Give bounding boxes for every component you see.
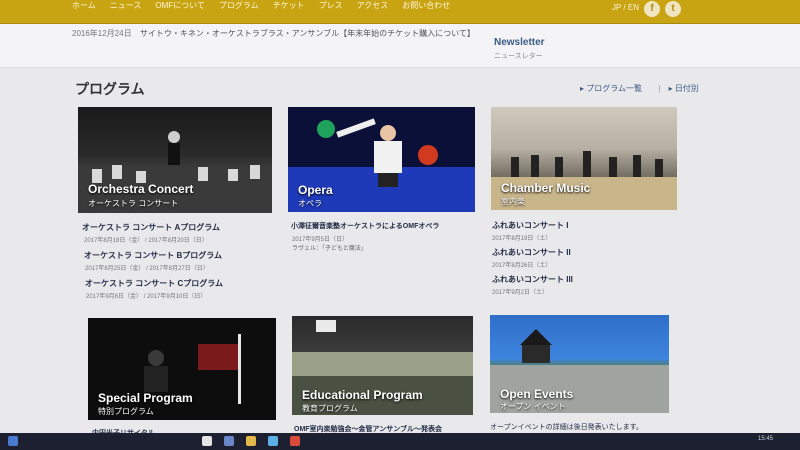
newsletter-link[interactable]: Newsletter (494, 37, 545, 48)
clock[interactable]: 15:45 (758, 436, 773, 442)
twitter-icon[interactable]: t (665, 1, 681, 17)
chamber-item-3-date: 2017年9月2日（土） (492, 290, 549, 296)
browser-icon[interactable] (290, 436, 300, 446)
divider: | (658, 84, 661, 93)
events-item: オープンイベントの詳細は後日発表いたします。 (490, 424, 643, 431)
educational-program-card[interactable]: Educational Program 教育プログラム (292, 316, 473, 415)
nav-news[interactable]: ニュース (110, 0, 142, 12)
opera-card[interactable]: Opera オペラ (288, 107, 475, 212)
orchestra-title-ja: オーケストラ コンサート (88, 199, 179, 208)
newsletter-subtitle: ニュースレター (494, 53, 543, 60)
facebook-icon[interactable]: f (644, 1, 660, 17)
by-date-label: 日付別 (674, 84, 699, 93)
nav-home[interactable]: ホーム (72, 0, 96, 12)
os-taskbar: 15:45 (0, 433, 800, 450)
opera-item-note: ラヴェル：「子どもと魔法」 (292, 246, 367, 252)
orchestra-concert-card[interactable]: Orchestra Concert オーケストラ コンサート (78, 107, 272, 213)
news-date: 2016年12月24日 (72, 29, 132, 38)
opera-title-en: Opera (298, 183, 333, 197)
nav-press[interactable]: プレス (319, 0, 343, 12)
chamber-music-card[interactable]: Chamber Music 室内楽 (491, 107, 677, 210)
educational-title-ja: 教育プログラム (302, 404, 358, 413)
orchestra-item-a-date: 2017年8月18日（金） / 2017年8月20日（日） (84, 238, 208, 244)
folder-icon[interactable] (246, 436, 256, 446)
chamber-item-2-date: 2017年8月26日（土） (492, 263, 552, 269)
by-date-link[interactable]: ▸ 日付別 (669, 84, 703, 93)
main-nav: ホーム ニュース OMFについて プログラム チケット プレス アクセス お問い… (72, 0, 450, 12)
page-title: プログラム (75, 81, 145, 97)
nav-contact[interactable]: お問い合わせ (402, 0, 450, 12)
orchestra-item-b[interactable]: オーケストラ コンサート Bプログラム (84, 250, 222, 261)
news-strip: 2016年12月24日 サイトウ・キネン・オーケストラブラス・アンサンブル【年末… (0, 24, 800, 68)
start-icon[interactable] (8, 436, 18, 446)
opera-item-date: 2017年9月5日（日） (292, 237, 349, 243)
chamber-title-en: Chamber Music (501, 181, 591, 195)
edge-icon[interactable] (224, 436, 234, 446)
search-icon[interactable] (202, 436, 212, 446)
chamber-item-3[interactable]: ふれあいコンサート III (492, 274, 573, 285)
orchestra-item-c[interactable]: オーケストラ コンサート Cプログラム (85, 278, 223, 289)
orchestra-item-c-date: 2017年9月8日（金） / 2017年9月10日（日） (86, 294, 207, 300)
orchestra-item-a[interactable]: オーケストラ コンサート Aプログラム (82, 222, 220, 233)
events-title-en: Open Events (500, 387, 574, 401)
chamber-title-ja: 室内楽 (501, 197, 525, 206)
events-title-ja: オープン イベント (500, 402, 566, 411)
chamber-item-1[interactable]: ふれあいコンサート I (492, 220, 568, 231)
orchestra-title-en: Orchestra Concert (88, 182, 194, 196)
section-links: ▸ プログラム一覧 | ▸ 日付別 (580, 83, 707, 94)
opera-title-ja: オペラ (298, 199, 322, 208)
orchestra-item-b-date: 2017年8月25日（金） / 2017年8月27日（日） (85, 266, 209, 272)
opera-item[interactable]: 小澤征爾音楽塾オーケストラによるOMFオペラ (291, 221, 439, 231)
top-nav-bar: ホーム ニュース OMFについて プログラム チケット プレス アクセス お問い… (0, 0, 800, 24)
special-title-en: Special Program (98, 391, 193, 405)
nav-about[interactable]: OMFについて (155, 0, 205, 12)
nav-access[interactable]: アクセス (357, 0, 389, 12)
nav-program[interactable]: プログラム (219, 0, 259, 12)
special-title-ja: 特別プログラム (98, 407, 154, 416)
news-text[interactable]: サイトウ・キネン・オーケストラブラス・アンサンブル【年末年始のチケット購入につい… (140, 29, 475, 38)
educational-title-en: Educational Program (302, 388, 423, 402)
open-events-card[interactable]: Open Events オープン イベント (490, 315, 669, 413)
special-program-card[interactable]: Special Program 特別プログラム (88, 318, 276, 420)
program-list-link[interactable]: ▸ プログラム一覧 (580, 84, 646, 93)
store-icon[interactable] (268, 436, 278, 446)
nav-ticket[interactable]: チケット (273, 0, 305, 12)
chamber-item-2[interactable]: ふれあいコンサート II (492, 247, 571, 258)
language-switch[interactable]: JP / EN (612, 3, 639, 12)
chamber-item-1-date: 2017年8月19日（土） (492, 236, 552, 242)
news-ticker[interactable]: 2016年12月24日 サイトウ・キネン・オーケストラブラス・アンサンブル【年末… (72, 28, 475, 39)
program-list-label: プログラム一覧 (586, 84, 643, 93)
